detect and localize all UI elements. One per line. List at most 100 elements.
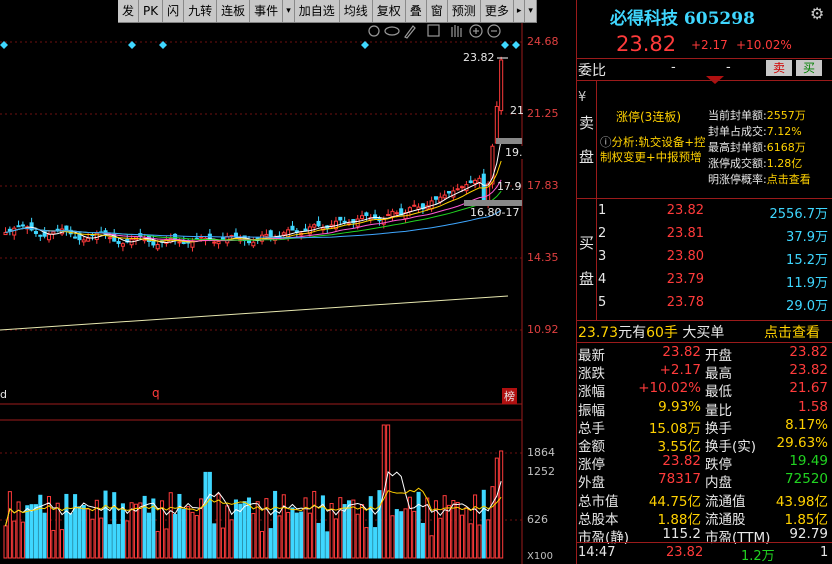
toolbar-item[interactable]: PK <box>139 0 164 22</box>
volume-bar <box>220 527 225 559</box>
volume-bar <box>473 494 478 559</box>
volume-bar <box>155 530 160 559</box>
volume-bar <box>316 522 321 559</box>
candle-body <box>281 232 286 236</box>
candle-body <box>251 241 256 247</box>
toolbar-item[interactable]: ▾ <box>525 0 537 22</box>
candle-body <box>473 179 478 184</box>
candle-body <box>212 241 217 244</box>
quote-label: 内盘 <box>705 475 732 492</box>
buy-side-label: 盘 <box>579 270 595 288</box>
candle-body <box>73 236 78 239</box>
volume-bar <box>81 504 86 559</box>
volume-bar <box>416 491 421 559</box>
quote-label: 总股本 <box>578 511 619 528</box>
date-marker: q <box>152 386 160 400</box>
ma-long-line <box>0 295 509 331</box>
volume-bar <box>238 503 243 559</box>
quote-value: 92.79 <box>789 526 828 542</box>
price-change: +2.17 <box>691 38 728 52</box>
volume-bar <box>268 528 273 559</box>
volume-bar <box>412 510 417 559</box>
probability-link[interactable]: 点击查看 <box>767 173 811 186</box>
candle-body <box>360 215 365 220</box>
sell-button[interactable]: 卖 <box>766 60 792 76</box>
volume-bar <box>403 508 408 559</box>
toolbar-item[interactable]: 加自选 <box>295 0 340 22</box>
tick-volume: 1.2万 <box>741 549 775 564</box>
candle-body <box>38 234 43 237</box>
candle-body <box>407 207 412 213</box>
quote-label: 流通值 <box>705 493 746 510</box>
toolbar-item[interactable]: 事件 <box>250 0 284 22</box>
volume-axis-label: 1252 <box>527 465 555 478</box>
buy-level: 2 <box>598 226 607 241</box>
candle-body <box>16 225 21 228</box>
gear-icon[interactable]: ⚙ <box>810 4 824 23</box>
volume-bar <box>390 515 395 559</box>
toolbar-item[interactable]: 窗 <box>427 0 448 22</box>
kline-chart-panel[interactable]: 24.68 21.25 17.83 14.35 10.92 1864 1252 … <box>0 0 574 564</box>
quote-label: 量比 <box>705 402 732 419</box>
toolbar-item[interactable]: 闪 <box>163 0 185 22</box>
volume-bar <box>177 493 182 559</box>
buy-price: 23.79 <box>666 272 704 287</box>
price-tag: 19. <box>505 146 523 159</box>
buy-level: 1 <box>598 203 607 218</box>
toolbar-item[interactable]: ▸ <box>514 0 526 22</box>
toolbar-item[interactable]: ▾ <box>283 0 295 22</box>
ranking-badge[interactable]: 榜 <box>502 388 517 404</box>
candlestick-series <box>3 56 504 252</box>
big-order-link[interactable]: 点击查看 <box>764 322 820 342</box>
quote-label: 最低 <box>705 384 732 401</box>
quote-label: 开盘 <box>705 348 732 364</box>
toolbar-item[interactable]: 均线 <box>340 0 373 22</box>
quote-value: 21.67 <box>789 380 828 397</box>
stock-code: 605298 <box>683 9 755 29</box>
candle-body <box>116 241 121 244</box>
volume-bar <box>499 450 504 559</box>
candle-body <box>155 244 160 250</box>
candle-body <box>177 241 182 244</box>
candle-body <box>499 59 504 112</box>
toolbar-item[interactable]: 九转 <box>184 0 218 22</box>
quote-label: 换手 <box>705 420 732 437</box>
volume-bar <box>290 507 295 559</box>
quote-value: 78317 <box>658 471 701 488</box>
toolbar-item[interactable]: 发 <box>118 0 140 22</box>
quote-value: 8.17% <box>785 416 828 433</box>
toolbar-item[interactable]: 更多 <box>481 0 514 22</box>
analysis-text[interactable]: ⓘ分析:轨交设备+控制权变更+中报预增 <box>600 135 706 165</box>
quote-label: 跌停 <box>705 457 732 474</box>
toolbar-item[interactable]: 叠 <box>406 0 427 22</box>
candle-body <box>338 216 343 221</box>
volume-bar <box>477 524 482 559</box>
toolbar-item[interactable]: 连板 <box>217 0 251 22</box>
quote-label: 总市值 <box>578 493 619 510</box>
candle-body <box>12 227 17 236</box>
chart-toolbar: 发 PK 闪九转 连板 事件 ▾ 加自选 均线 复权叠窗预测 更多 ▸ ▾ <box>118 0 537 23</box>
candle-body <box>46 234 52 241</box>
quote-value: 115.2 <box>662 526 701 542</box>
quote-label: 总手 <box>578 420 605 437</box>
analysis-icon: ⓘ <box>600 135 612 149</box>
buy-button[interactable]: 买 <box>796 60 822 76</box>
weibi-value: - <box>671 60 676 75</box>
kline-chart-canvas[interactable] <box>0 0 574 564</box>
volume-bar <box>25 505 30 559</box>
candle-body <box>460 186 465 189</box>
quote-label: 最高 <box>705 366 732 383</box>
candle-body <box>216 241 221 245</box>
buy-price: 23.82 <box>666 203 704 218</box>
buy-quantity: 37.9万 <box>786 230 828 245</box>
quote-label: 流通股 <box>705 511 746 528</box>
buy-level: 4 <box>598 272 607 287</box>
price-tag: 16.80-17 <box>470 206 520 219</box>
toolbar-item[interactable]: 复权 <box>373 0 406 22</box>
volume-axis-label: X100 <box>527 551 553 562</box>
quote-value: 44.75亿 <box>648 493 701 510</box>
volume-bar <box>346 500 352 559</box>
big-order-row[interactable]: 23.73元有60手 大买单 <box>578 322 724 342</box>
toolbar-item[interactable]: 预测 <box>448 0 481 22</box>
volume-bar <box>446 504 452 559</box>
